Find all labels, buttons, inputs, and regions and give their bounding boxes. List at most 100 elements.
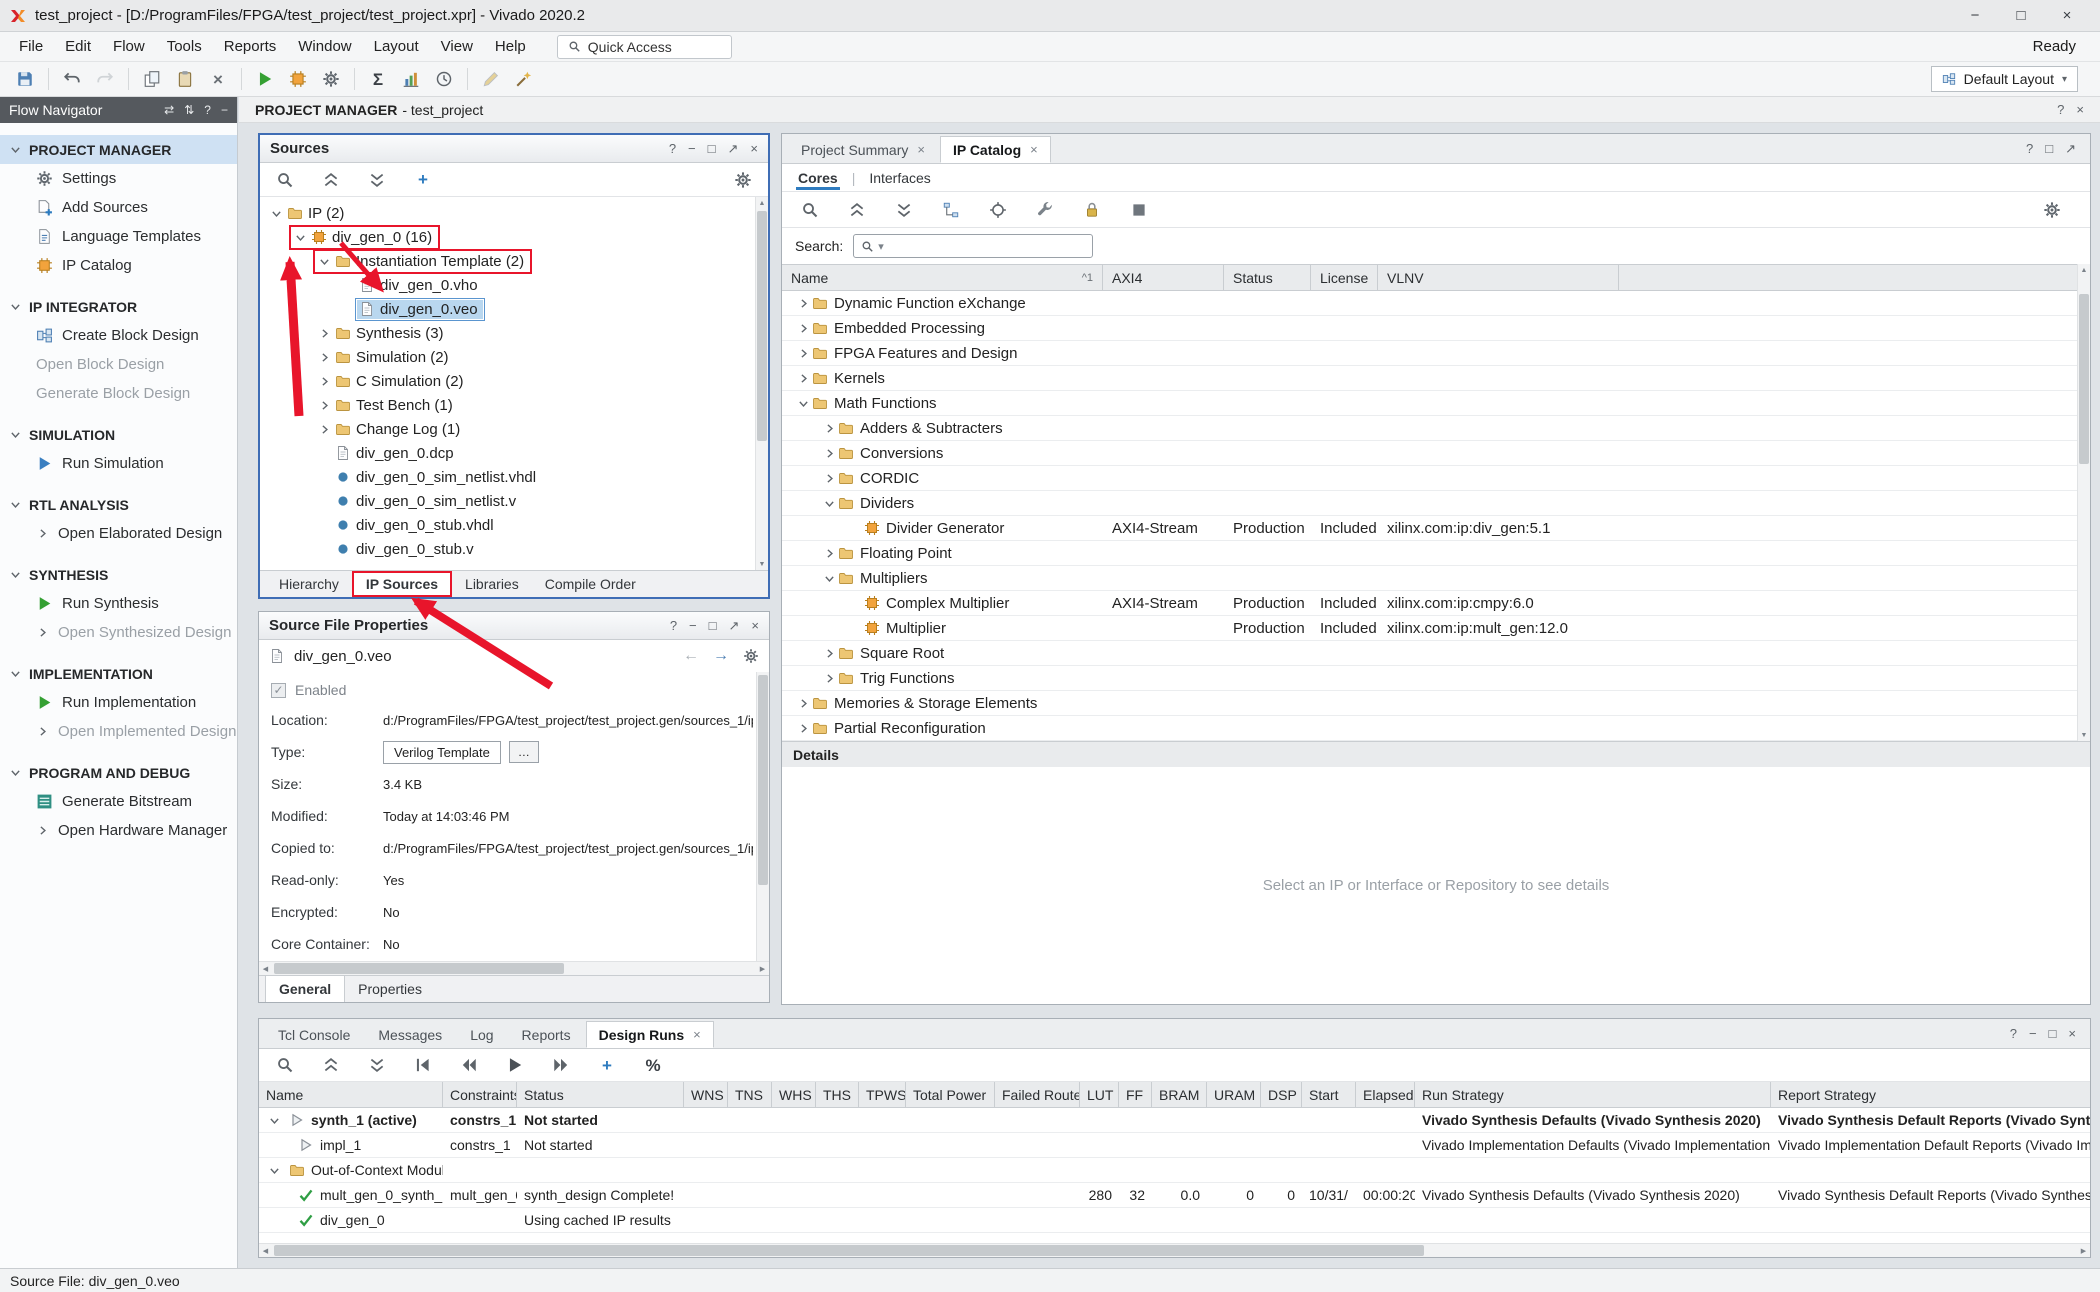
tree-item-div-gen-0-16[interactable]: div_gen_0 (16) xyxy=(260,225,768,249)
close-button[interactable]: × xyxy=(2044,0,2090,31)
flow-section-header-implementation[interactable]: IMPLEMENTATION xyxy=(0,659,237,688)
sidebar-item-create-block-design[interactable]: Create Block Design xyxy=(0,321,237,350)
tab-project-summary[interactable]: Project Summary× xyxy=(788,136,938,163)
tree-expander[interactable] xyxy=(266,1112,283,1129)
catalog-row-memories-storage-elements[interactable]: Memories & Storage Elements xyxy=(782,691,2090,716)
catalog-row-dividers[interactable]: Dividers xyxy=(782,491,2090,516)
target-button[interactable] xyxy=(983,196,1013,224)
catalog-row-multiplier[interactable]: MultiplierProductionIncludedxilinx.com:i… xyxy=(782,616,2090,641)
quick-access-search[interactable]: Quick Access xyxy=(557,35,732,59)
subtab-interfaces[interactable]: Interfaces xyxy=(867,166,932,190)
tree-expander[interactable] xyxy=(316,349,333,366)
close-button[interactable]: × xyxy=(2076,102,2084,117)
help-button[interactable]: ? xyxy=(2026,141,2033,157)
tree-item-synthesis-3[interactable]: Synthesis (3) xyxy=(260,321,768,345)
column-header-status[interactable]: Status xyxy=(1224,265,1311,290)
chart-button[interactable] xyxy=(396,65,426,93)
sidebar-item-open-synthesized-design[interactable]: Open Synthesized Design xyxy=(0,618,237,647)
flow-section-header-program-and-debug[interactable]: PROGRAM AND DEBUG xyxy=(0,758,237,787)
maximize-button[interactable]: □ xyxy=(708,141,716,157)
menu-view[interactable]: View xyxy=(430,34,484,59)
column-header-license[interactable]: License xyxy=(1311,265,1378,290)
first-button[interactable] xyxy=(408,1051,438,1079)
sidebar-item-language-templates[interactable]: Language Templates xyxy=(0,222,237,251)
search-button[interactable] xyxy=(270,1051,300,1079)
gear-button[interactable] xyxy=(2037,196,2067,224)
catalog-row-kernels[interactable]: Kernels xyxy=(782,366,2090,391)
tree-expander[interactable] xyxy=(821,570,838,587)
tree-expander[interactable] xyxy=(795,345,812,362)
scroll-right-icon[interactable]: ▶ xyxy=(2077,1244,2090,1257)
column-header-bram[interactable]: BRAM xyxy=(1152,1082,1207,1107)
paste-button[interactable] xyxy=(170,65,200,93)
vertical-scrollbar[interactable]: ▲ ▼ xyxy=(2077,264,2090,741)
minimize-button[interactable]: − xyxy=(221,103,228,117)
tree-expander[interactable] xyxy=(795,320,812,337)
tree-item-div-gen-0-stub-vhdl[interactable]: div_gen_0_stub.vhdl xyxy=(260,513,768,537)
help-button[interactable]: ? xyxy=(2057,102,2064,117)
add-button[interactable]: + xyxy=(592,1051,622,1079)
column-header-total-power[interactable]: Total Power xyxy=(906,1082,995,1107)
float-button[interactable]: ↗ xyxy=(729,618,740,634)
search-button[interactable] xyxy=(270,166,300,194)
scrollbar-thumb[interactable] xyxy=(757,211,767,441)
tree-item-div-gen-0-sim-netlist-v[interactable]: div_gen_0_sim_netlist.v xyxy=(260,489,768,513)
flow-section-header-rtl-analysis[interactable]: RTL ANALYSIS xyxy=(0,490,237,519)
details-header[interactable]: Details xyxy=(782,741,2090,767)
help-button[interactable]: ? xyxy=(669,141,676,157)
tab-tcl-console[interactable]: Tcl Console xyxy=(265,1021,363,1048)
tree-item-div-gen-0-dcp[interactable]: div_gen_0.dcp xyxy=(260,441,768,465)
tab-log[interactable]: Log xyxy=(457,1021,506,1048)
tree-item-div-gen-0-stub-v[interactable]: div_gen_0_stub.v xyxy=(260,537,768,561)
maximize-button[interactable]: □ xyxy=(2045,141,2053,157)
probe-button[interactable] xyxy=(509,65,539,93)
tree-expander[interactable] xyxy=(316,373,333,390)
tree-item-div-gen-0-veo[interactable]: div_gen_0.veo xyxy=(260,297,768,321)
add-button[interactable]: + xyxy=(408,166,438,194)
column-header-whs[interactable]: WHS xyxy=(772,1082,816,1107)
column-header-name[interactable]: Name^1 xyxy=(782,265,1103,290)
collapse-all-button[interactable] xyxy=(316,1051,346,1079)
scroll-left-icon[interactable]: ◀ xyxy=(259,1244,272,1257)
tree-expander[interactable] xyxy=(821,645,838,662)
scrollbar-thumb[interactable] xyxy=(758,675,768,885)
play-button[interactable] xyxy=(500,1051,530,1079)
gear-icon[interactable] xyxy=(743,648,759,664)
tree-expander[interactable] xyxy=(821,670,838,687)
sidebar-item-run-implementation[interactable]: Run Implementation xyxy=(0,688,237,717)
help-button[interactable]: ? xyxy=(670,618,677,634)
close-button[interactable]: × xyxy=(750,141,758,157)
maximize-button[interactable]: □ xyxy=(1998,0,2044,31)
scrollbar-thumb[interactable] xyxy=(2079,294,2089,464)
flow-section-header-simulation[interactable]: SIMULATION xyxy=(0,420,237,449)
close-button[interactable]: × xyxy=(751,618,759,634)
scroll-down-icon[interactable]: ▼ xyxy=(756,558,768,570)
sidebar-item-add-sources[interactable]: Add Sources xyxy=(0,193,237,222)
scrollbar-thumb[interactable] xyxy=(274,1245,1424,1256)
enabled-checkbox[interactable]: ✓ xyxy=(271,683,286,698)
sidebar-item-generate-bitstream[interactable]: Generate Bitstream xyxy=(0,787,237,816)
menu-window[interactable]: Window xyxy=(287,34,362,59)
sidebar-item-ip-catalog[interactable]: IP Catalog xyxy=(0,251,237,280)
back-arrow-icon[interactable]: ← xyxy=(683,647,699,665)
sources-panel-header[interactable]: Sources ?−□↗× xyxy=(260,135,768,163)
tree-expander[interactable] xyxy=(266,1162,283,1179)
menu-file[interactable]: File xyxy=(8,34,54,59)
tree-item-div-gen-0-vho[interactable]: div_gen_0.vho xyxy=(260,273,768,297)
expand-button[interactable]: ⇅ xyxy=(184,103,194,117)
catalog-row-multipliers[interactable]: Multipliers xyxy=(782,566,2090,591)
undo-button[interactable] xyxy=(57,65,87,93)
float-button[interactable]: ↗ xyxy=(728,141,739,157)
flow-section-header-project-manager[interactable]: PROJECT MANAGER xyxy=(0,135,237,164)
column-header-status[interactable]: Status xyxy=(517,1082,684,1107)
tab-messages[interactable]: Messages xyxy=(365,1021,455,1048)
tree-expander[interactable] xyxy=(795,395,812,412)
column-header-lut[interactable]: LUT xyxy=(1080,1082,1119,1107)
column-header-ths[interactable]: THS xyxy=(816,1082,859,1107)
column-header-run-strategy[interactable]: Run Strategy xyxy=(1415,1082,1771,1107)
catalog-row-math-functions[interactable]: Math Functions xyxy=(782,391,2090,416)
sidebar-item-run-synthesis[interactable]: Run Synthesis xyxy=(0,589,237,618)
collapse-all-button[interactable] xyxy=(842,196,872,224)
run-row-synth-1-active[interactable]: synth_1 (active)constrs_1Not startedViva… xyxy=(259,1108,2090,1133)
scroll-up-icon[interactable]: ▲ xyxy=(756,197,768,209)
